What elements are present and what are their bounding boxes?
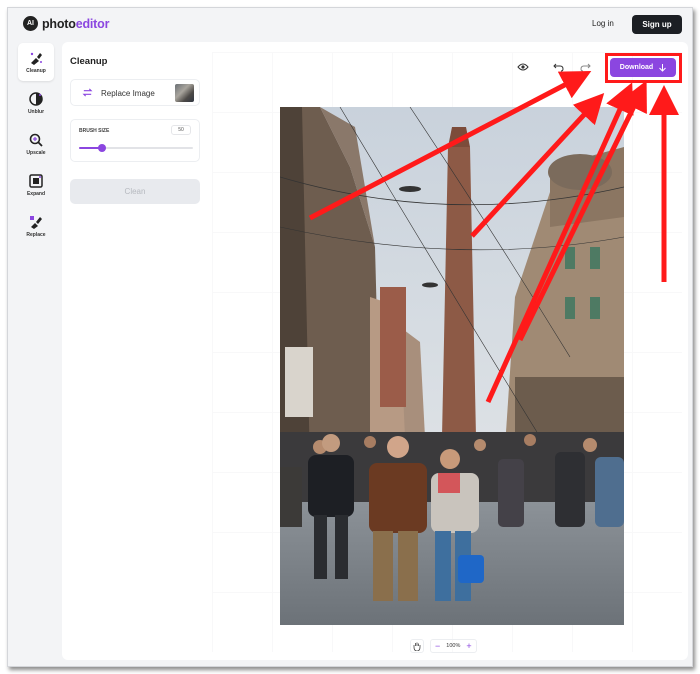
expand-icon	[29, 174, 43, 188]
brush-size-slider[interactable]	[79, 144, 193, 152]
upscale-icon	[29, 133, 43, 147]
sidebar-item-label: Unblur	[27, 109, 45, 115]
replace-image-button[interactable]: Replace Image	[70, 79, 200, 106]
brush-size-card: BRUSH SIZE 50	[70, 119, 200, 162]
app-window: AI photoeditor Log in Sign up Cleanup Un…	[7, 7, 693, 667]
redo-icon[interactable]	[580, 62, 591, 72]
cleanup-icon	[30, 52, 42, 65]
sidebar-item-unblur[interactable]: Unblur	[18, 84, 54, 122]
zoom-controls: − 100% +	[410, 638, 477, 654]
edited-photo	[280, 107, 624, 625]
sidebar-item-label: Replace	[26, 232, 46, 238]
zoom-level: 100%	[446, 643, 461, 649]
image-thumbnail	[175, 84, 194, 102]
logo-badge: AI	[23, 16, 38, 31]
swap-icon	[82, 88, 93, 97]
sidebar-item-cleanup[interactable]: Cleanup	[18, 43, 54, 81]
replace-image-label: Replace Image	[101, 89, 155, 98]
brush-size-label: BRUSH SIZE	[79, 128, 110, 134]
top-bar: AI photoeditor Log in Sign up	[8, 8, 692, 42]
slider-thumb[interactable]	[97, 144, 106, 152]
zoom-stepper: − 100% +	[430, 639, 477, 653]
signup-button[interactable]: Sign up	[632, 15, 682, 34]
sidebar-item-label: Expand	[26, 191, 46, 197]
editor-main: Cleanup Replace Image BRUSH SIZE 50 Clea…	[62, 42, 688, 660]
logo-text: photoeditor	[42, 17, 109, 31]
sidebar-item-upscale[interactable]: Upscale	[18, 125, 54, 163]
sidebar-item-label: Cleanup	[26, 68, 46, 74]
undo-icon[interactable]	[553, 62, 564, 72]
brush-size-value[interactable]: 50	[171, 125, 191, 135]
sidebar-item-expand[interactable]: Expand	[18, 166, 54, 204]
zoom-in-button[interactable]: +	[466, 641, 471, 651]
sidebar-item-replace[interactable]: Replace	[18, 207, 54, 245]
sidebar-item-label: Upscale	[26, 150, 46, 156]
unblur-icon	[29, 92, 43, 106]
logo[interactable]: AI photoeditor	[23, 16, 109, 31]
eye-icon[interactable]	[517, 62, 529, 72]
download-highlight-box	[605, 53, 682, 83]
login-link[interactable]: Log in	[592, 19, 614, 28]
clean-button[interactable]: Clean	[70, 179, 200, 204]
replace-icon	[30, 216, 42, 229]
logo-accent: editor	[75, 16, 110, 31]
panel-title: Cleanup	[70, 56, 108, 67]
hand-icon	[413, 642, 421, 651]
zoom-out-button[interactable]: −	[435, 641, 440, 651]
tool-sidebar: Cleanup Unblur Upscale Expand Replace	[18, 43, 54, 248]
logo-primary: photo	[42, 16, 76, 31]
pan-button[interactable]	[410, 639, 424, 653]
